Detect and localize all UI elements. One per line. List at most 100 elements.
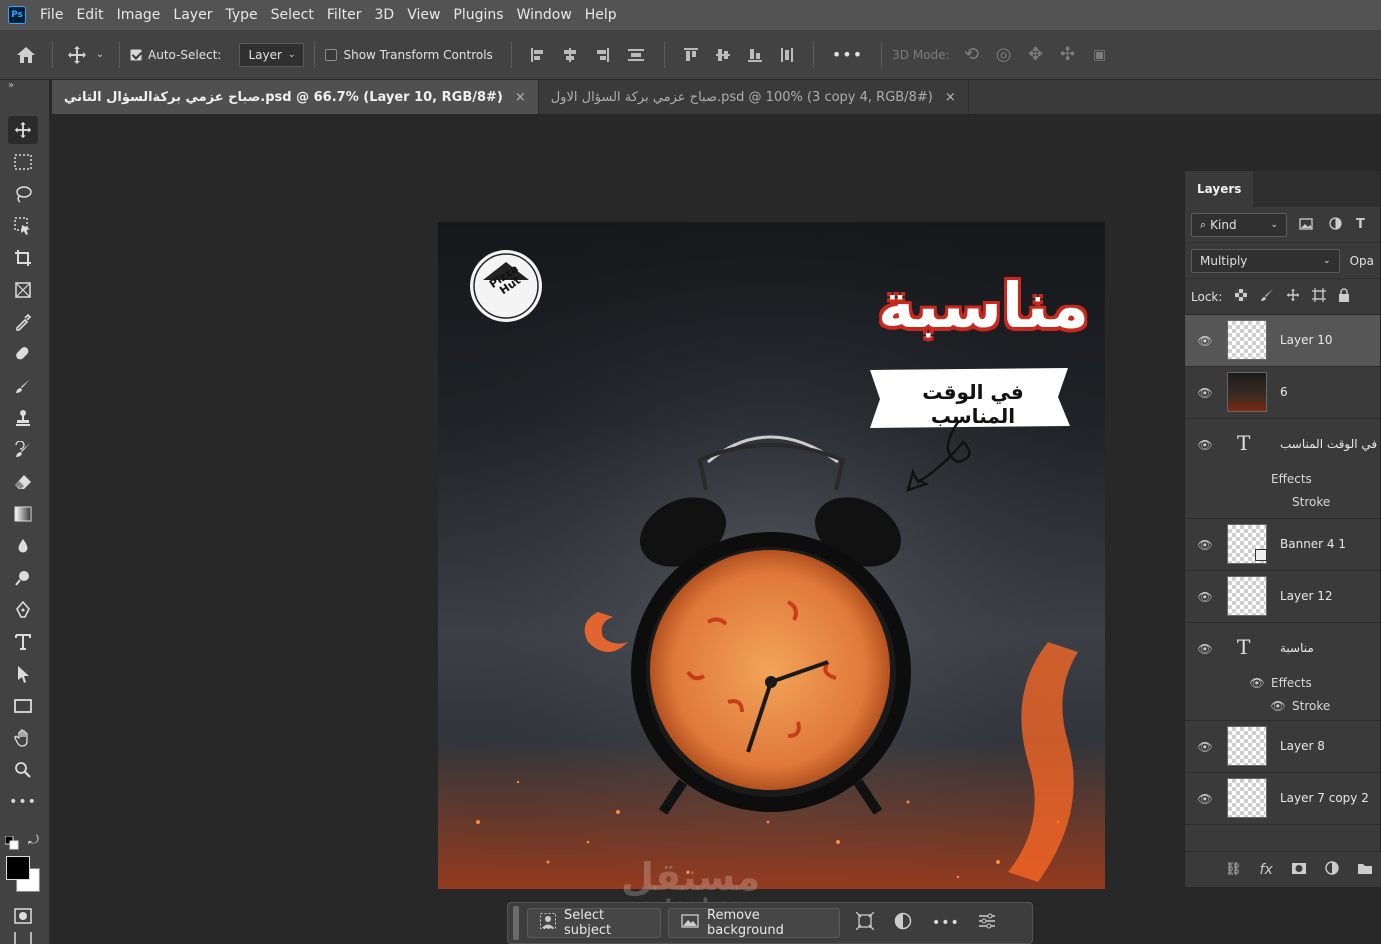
visibility-eye-icon[interactable]: 👁 bbox=[1197, 333, 1213, 349]
hand-tool-icon[interactable] bbox=[8, 724, 38, 752]
align-bottom-icon[interactable] bbox=[739, 47, 771, 63]
distribute-vertical-icon[interactable] bbox=[771, 47, 803, 63]
bar-settings-icon[interactable] bbox=[978, 913, 996, 933]
layer-row[interactable]: 👁 T مناسبة 👁 Effects 👁 Stroke bbox=[1185, 623, 1380, 721]
layer-row[interactable]: 👁 Layer 12 bbox=[1185, 571, 1380, 623]
align-center-icon[interactable] bbox=[554, 47, 586, 63]
adjustment-icon[interactable] bbox=[894, 912, 912, 934]
eraser-tool-icon[interactable] bbox=[8, 468, 38, 496]
auto-select-checkbox[interactable] bbox=[130, 48, 142, 61]
move-tool-icon[interactable] bbox=[63, 45, 91, 65]
align-right-icon[interactable] bbox=[586, 47, 618, 63]
tab-document-1[interactable]: صباح عزمي بركةالسؤال التاني.psd @ 66.7% … bbox=[52, 80, 539, 114]
eyedropper-tool-icon[interactable] bbox=[8, 308, 38, 336]
object-selection-tool-icon[interactable] bbox=[8, 212, 38, 240]
distribute-icon[interactable] bbox=[618, 47, 654, 63]
drag-handle[interactable] bbox=[513, 906, 519, 940]
layer-row[interactable]: 👁 Layer 8 bbox=[1185, 721, 1380, 773]
tool-preset-chevron-icon[interactable]: ⌄ bbox=[91, 49, 109, 60]
frame-tool-icon[interactable] bbox=[8, 276, 38, 304]
default-colors-icon[interactable] bbox=[4, 835, 19, 854]
remove-background-button[interactable]: Remove background bbox=[668, 908, 840, 938]
link-layers-icon[interactable]: ⛓ bbox=[1225, 862, 1242, 877]
blend-mode-dropdown[interactable]: Multiply ⌄ bbox=[1191, 248, 1340, 273]
auto-select-target-dropdown[interactable]: Layer ⌄ bbox=[239, 42, 305, 67]
layer-row[interactable]: 👁 6 bbox=[1185, 367, 1380, 419]
type-tool-icon[interactable] bbox=[8, 628, 38, 656]
menu-image[interactable]: Image bbox=[117, 7, 161, 23]
layer-row[interactable]: 👁 Layer 10 bbox=[1185, 315, 1380, 367]
lock-position-icon[interactable] bbox=[1286, 287, 1300, 306]
brush-tool-icon[interactable] bbox=[8, 372, 38, 400]
layer-row[interactable]: 👁 T في الوقت المناسب Effects Stroke bbox=[1185, 419, 1380, 519]
effects-eye-icon[interactable]: 👁 bbox=[1249, 675, 1265, 691]
lock-all-icon[interactable] bbox=[1338, 287, 1350, 306]
marquee-tool-icon[interactable] bbox=[8, 148, 38, 176]
edit-toolbar-icon[interactable]: ••• bbox=[8, 788, 38, 816]
menu-help[interactable]: Help bbox=[585, 7, 617, 23]
blur-tool-icon[interactable] bbox=[8, 532, 38, 560]
new-group-icon[interactable] bbox=[1357, 860, 1373, 879]
visibility-eye-icon[interactable]: 👁 bbox=[1197, 385, 1213, 401]
close-icon[interactable]: × bbox=[945, 90, 956, 105]
align-middle-icon[interactable] bbox=[707, 47, 739, 63]
menu-view[interactable]: View bbox=[407, 7, 440, 23]
close-icon[interactable]: × bbox=[515, 90, 526, 105]
screen-mode-icon[interactable] bbox=[8, 932, 38, 944]
visibility-eye-icon[interactable]: 👁 bbox=[1197, 589, 1213, 605]
adjustment-layer-icon[interactable] bbox=[1325, 860, 1339, 879]
stroke-eye-icon[interactable]: 👁 bbox=[1270, 698, 1286, 714]
visibility-eye-icon[interactable]: 👁 bbox=[1197, 641, 1213, 657]
healing-brush-icon[interactable] bbox=[8, 340, 38, 368]
menu-file[interactable]: File bbox=[40, 7, 63, 23]
swap-colors-icon[interactable]: ⤾ bbox=[28, 833, 39, 848]
visibility-eye-icon[interactable]: 👁 bbox=[1197, 537, 1213, 553]
foreground-color-swatch[interactable] bbox=[6, 856, 30, 880]
select-subject-button[interactable]: Select subject bbox=[527, 908, 661, 938]
lock-image-icon[interactable] bbox=[1260, 287, 1274, 306]
effects-label[interactable]: Effects bbox=[1271, 676, 1312, 690]
gradient-tool-icon[interactable] bbox=[8, 500, 38, 528]
tab-layers[interactable]: Layers bbox=[1185, 171, 1254, 207]
history-brush-icon[interactable] bbox=[8, 436, 38, 464]
visibility-eye-icon[interactable]: 👁 bbox=[1197, 739, 1213, 755]
pixel-filter-icon[interactable] bbox=[1299, 215, 1313, 234]
path-selection-icon[interactable] bbox=[8, 660, 38, 688]
menu-edit[interactable]: Edit bbox=[76, 7, 103, 23]
stroke-effect-label[interactable]: Stroke bbox=[1292, 699, 1330, 713]
effects-label[interactable]: Effects bbox=[1271, 472, 1312, 486]
stroke-effect-label[interactable]: Stroke bbox=[1292, 495, 1330, 509]
lasso-tool-icon[interactable] bbox=[8, 180, 38, 208]
menu-3d[interactable]: 3D bbox=[375, 7, 395, 23]
home-icon[interactable] bbox=[0, 45, 52, 65]
crop-tool-icon[interactable] bbox=[8, 244, 38, 272]
visibility-eye-icon[interactable]: 👁 bbox=[1197, 437, 1213, 453]
menu-plugins[interactable]: Plugins bbox=[453, 7, 503, 23]
lock-transparent-icon[interactable] bbox=[1234, 287, 1248, 306]
show-transform-checkbox[interactable] bbox=[325, 48, 338, 61]
more-options-icon[interactable]: ••• bbox=[832, 45, 863, 64]
tab-document-2[interactable]: صباح عزمي بركة السؤال الاول.psd @ 100% (… bbox=[539, 80, 969, 114]
transform-selection-icon[interactable] bbox=[855, 911, 875, 934]
pen-tool-icon[interactable] bbox=[8, 596, 38, 624]
add-mask-icon[interactable] bbox=[1291, 860, 1307, 879]
quick-mask-icon[interactable] bbox=[8, 902, 38, 930]
menu-select[interactable]: Select bbox=[271, 7, 314, 23]
rectangle-tool-icon[interactable] bbox=[8, 692, 38, 720]
clone-stamp-icon[interactable] bbox=[8, 404, 38, 432]
menu-type[interactable]: Type bbox=[225, 7, 257, 23]
menu-filter[interactable]: Filter bbox=[327, 7, 362, 23]
visibility-eye-icon[interactable]: 👁 bbox=[1197, 791, 1213, 807]
layer-row[interactable]: 👁 Layer 7 copy 2 bbox=[1185, 773, 1380, 825]
align-top-icon[interactable] bbox=[675, 47, 707, 63]
fx-icon[interactable]: fx bbox=[1260, 862, 1273, 878]
expand-chevron-icon[interactable]: » bbox=[8, 80, 14, 91]
menu-window[interactable]: Window bbox=[517, 7, 572, 23]
filter-kind-dropdown[interactable]: ⌕ Kind ⌄ bbox=[1191, 212, 1287, 237]
adjustment-filter-icon[interactable] bbox=[1329, 215, 1342, 234]
dodge-tool-icon[interactable] bbox=[8, 564, 38, 592]
layer-row[interactable]: 👁 Banner 4 1 bbox=[1185, 519, 1380, 571]
align-left-icon[interactable] bbox=[522, 47, 554, 63]
lock-artboard-icon[interactable] bbox=[1312, 287, 1327, 306]
type-filter-icon[interactable]: T bbox=[1356, 217, 1365, 232]
